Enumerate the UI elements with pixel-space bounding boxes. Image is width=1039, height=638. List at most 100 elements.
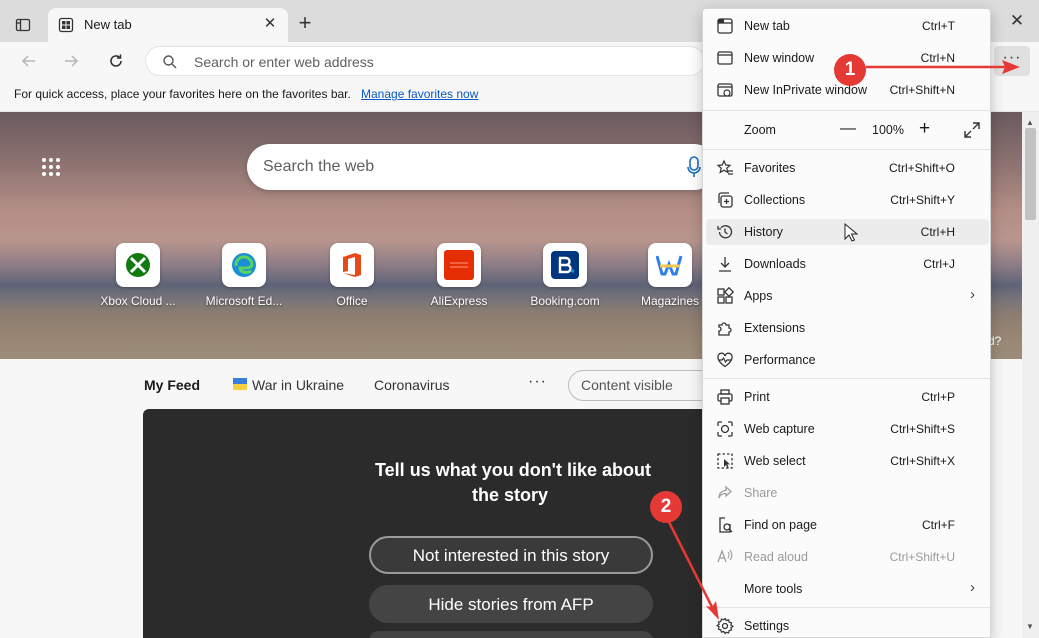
tab-close-icon[interactable]: ✕ (260, 14, 280, 34)
menu-item-more-tools[interactable]: More tools › (706, 576, 989, 602)
quick-link-office[interactable]: Office (304, 243, 400, 308)
back-arrow-icon (21, 55, 35, 67)
quick-link-xbox[interactable]: Xbox Cloud ... (90, 243, 186, 308)
menu-item-new-tab[interactable]: New tab Ctrl+T (706, 13, 989, 39)
quick-link-label: AliExpress (430, 294, 488, 308)
tab-actions-icon (15, 18, 31, 32)
menu-item-label: Settings (744, 619, 790, 633)
share-icon (718, 485, 732, 499)
menu-separator (703, 149, 990, 150)
menu-item-label: Favorites (744, 161, 796, 175)
zoom-level: 100% (872, 123, 904, 137)
favorites-bar-message: For quick access, place your favorites h… (14, 87, 351, 101)
menu-item-shortcut: Ctrl+Shift+N (889, 83, 955, 97)
history-icon (717, 225, 733, 239)
feed-more-button[interactable]: ··· (528, 373, 547, 391)
refresh-icon (110, 54, 122, 67)
menu-item-print[interactable]: Print Ctrl+P (706, 384, 989, 410)
annotation-badge-2: 2 (650, 491, 682, 523)
menu-item-label: Web select (744, 454, 806, 468)
menu-item-shortcut: Ctrl+J (923, 257, 955, 271)
menu-item-label: Print (744, 390, 770, 404)
new-tab-button[interactable]: + (294, 12, 316, 34)
menu-item-performance[interactable]: Performance (706, 347, 989, 373)
zoom-out-button[interactable]: — (840, 120, 856, 138)
menu-item-collections[interactable]: Collections Ctrl+Shift+Y (706, 187, 989, 213)
collections-icon (718, 192, 733, 208)
tab-coronavirus[interactable]: Coronavirus (374, 377, 449, 393)
back-button[interactable] (16, 48, 42, 74)
menu-item-label: Share (744, 486, 778, 500)
ukraine-flag-icon (233, 378, 247, 390)
menu-separator (703, 607, 990, 608)
feedback-card: Tell us what you don't like about the st… (143, 409, 718, 638)
forward-button[interactable] (58, 48, 84, 74)
quick-link-aliexpress[interactable]: AliExpress (411, 243, 507, 308)
edge-icon (222, 243, 266, 287)
menu-item-shortcut: Ctrl+Shift+X (890, 454, 955, 468)
menu-item-web-capture[interactable]: Web capture Ctrl+Shift+S (706, 416, 989, 442)
web-search-placeholder: Search the web (263, 158, 375, 175)
menu-item-settings[interactable]: Settings (706, 613, 989, 638)
tab-new-tab[interactable]: New tab ✕ (48, 8, 288, 42)
downloads-icon (719, 257, 731, 272)
new-tab-icon (717, 18, 733, 34)
quick-link-booking[interactable]: Booking.com (517, 243, 613, 308)
fullscreen-icon[interactable] (963, 121, 981, 139)
web-search-box[interactable]: Search the web (247, 144, 717, 190)
microphone-icon[interactable] (687, 156, 701, 178)
menu-item-label: New window (744, 51, 815, 65)
menu-item-web-select[interactable]: Web select Ctrl+Shift+X (706, 448, 989, 474)
find-icon (719, 517, 733, 533)
app-launcher-icon[interactable] (42, 158, 62, 178)
menu-item-share[interactable]: Share (706, 480, 989, 506)
feedback-option-button[interactable] (369, 631, 653, 638)
menu-item-shortcut: Ctrl+P (921, 390, 955, 404)
settings-and-more-button[interactable]: ··· (994, 46, 1030, 76)
menu-item-extensions[interactable]: Extensions (706, 315, 989, 341)
window-close-icon[interactable]: ✕ (1004, 8, 1030, 34)
quick-link-label: Booking.com (530, 294, 600, 308)
web-select-icon (717, 453, 733, 469)
quick-link-edge[interactable]: Microsoft Ed... (196, 243, 292, 308)
menu-item-label: Apps (744, 289, 773, 303)
tab-war-in-ukraine[interactable]: War in Ukraine (252, 377, 344, 393)
menu-item-shortcut: Ctrl+Shift+Y (890, 193, 955, 207)
refresh-button[interactable] (103, 48, 129, 74)
menu-item-find-on-page[interactable]: Find on page Ctrl+F (706, 512, 989, 538)
menu-item-label: Web capture (744, 422, 815, 436)
menu-item-shortcut: Ctrl+H (920, 225, 955, 239)
tab-actions-button[interactable] (8, 12, 38, 38)
address-bar[interactable]: Search or enter web address (145, 46, 705, 76)
menu-item-downloads[interactable]: Downloads Ctrl+J (706, 251, 989, 277)
menu-separator (703, 378, 990, 379)
not-interested-button[interactable]: Not interested in this story (369, 536, 653, 574)
menu-item-history[interactable]: History Ctrl+H (706, 219, 989, 245)
content-visible-button[interactable]: Content visible (568, 370, 718, 401)
xbox-icon (116, 243, 160, 287)
menu-item-favorites[interactable]: Favorites Ctrl+Shift+O (706, 155, 989, 181)
tab-my-feed[interactable]: My Feed (144, 377, 200, 393)
zoom-in-button[interactable]: + (919, 118, 930, 140)
menu-item-label: Find on page (744, 518, 817, 532)
menu-item-label: Extensions (744, 321, 806, 335)
page-scrollbar[interactable]: ▲ ▼ (1022, 112, 1039, 638)
feedback-question-line2: the story (471, 485, 549, 505)
submenu-chevron-icon: › (970, 286, 975, 303)
manage-favorites-link[interactable]: Manage favorites now (361, 87, 478, 101)
hide-stories-button[interactable]: Hide stories from AFP (369, 585, 653, 623)
inprivate-icon (717, 83, 733, 97)
menu-item-read-aloud[interactable]: Read aloud Ctrl+Shift+U (706, 544, 989, 570)
menu-separator (703, 110, 990, 111)
scrollbar-thumb[interactable] (1025, 128, 1036, 220)
quick-link-label: Microsoft Ed... (205, 294, 283, 308)
search-icon (163, 55, 177, 69)
menu-item-label: Downloads (744, 257, 806, 271)
scroll-down-icon[interactable]: ▼ (1026, 622, 1034, 631)
menu-item-label: Performance (744, 353, 816, 367)
mouse-cursor-icon (844, 223, 858, 242)
office-icon (330, 243, 374, 287)
menu-item-apps[interactable]: Apps › (706, 283, 989, 309)
scroll-up-icon[interactable]: ▲ (1026, 118, 1034, 127)
menu-item-shortcut: Ctrl+Shift+S (890, 422, 955, 436)
